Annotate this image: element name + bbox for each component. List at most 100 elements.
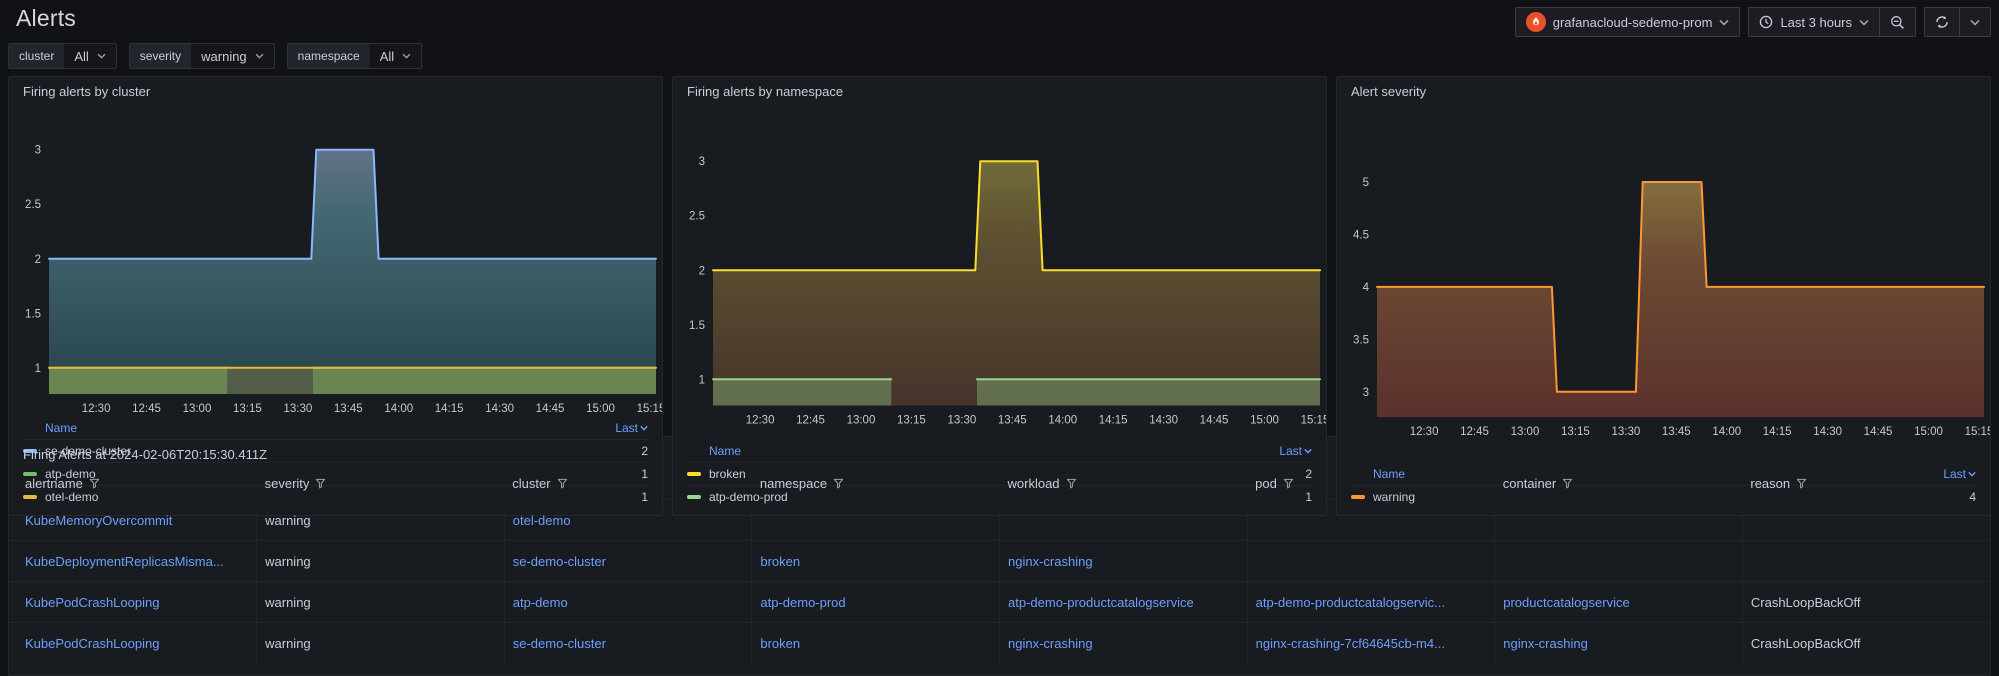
y-axis-tick-label: 3 <box>35 145 41 157</box>
x-axis-tick-label: 14:00 <box>1048 415 1077 427</box>
area-fill-se-demo-cluster <box>49 150 656 394</box>
chevron-down-icon <box>402 53 411 59</box>
x-axis-tick-label: 14:45 <box>1864 426 1893 438</box>
cell-workload[interactable]: nginx-crashing <box>1000 541 1248 582</box>
chevron-down-icon <box>1970 19 1980 26</box>
y-axis-tick-label: 2.5 <box>689 211 705 223</box>
table-row: KubeDeploymentReplicasMisma...warningse-… <box>9 541 1990 582</box>
time-range-label: Last 3 hours <box>1780 15 1852 30</box>
legend-series-name[interactable]: otel-demo <box>45 490 641 504</box>
y-axis-tick-label: 3.5 <box>1353 334 1369 346</box>
cell-alertname[interactable]: KubePodCrashLooping <box>9 582 257 623</box>
x-axis-tick-label: 12:30 <box>1410 426 1439 438</box>
panel-title: Firing alerts by namespace <box>673 77 1326 101</box>
legend-series-name[interactable]: atp-demo <box>45 467 641 481</box>
datasource-picker[interactable]: grafanacloud-sedemo-prom <box>1515 7 1741 37</box>
cell-severity: warning <box>257 541 505 582</box>
refresh-button[interactable] <box>1924 7 1959 37</box>
x-axis-tick-label: 13:45 <box>334 403 363 415</box>
x-axis-tick-label: 13:00 <box>847 415 876 427</box>
cell-namespace[interactable]: atp-demo-prod <box>752 582 1000 623</box>
cell-pod[interactable]: atp-demo-productcatalogservic... <box>1247 582 1495 623</box>
filter-funnel-icon <box>315 478 326 489</box>
cell-namespace[interactable]: broken <box>752 541 1000 582</box>
chevron-down-icon <box>97 53 106 59</box>
filter-funnel-icon <box>1796 478 1807 489</box>
area-fill-atp-demo-prod <box>713 379 891 405</box>
y-axis-tick-label: 4.5 <box>1353 229 1369 241</box>
legend-item-atp-demo[interactable]: atp-demo1 <box>23 462 648 485</box>
variable-namespace-value[interactable]: All <box>370 44 421 68</box>
x-axis-tick-label: 15:15 <box>637 403 662 415</box>
legend-last-value: 1 <box>1305 490 1312 504</box>
legend-last-header[interactable]: Last <box>1279 444 1312 458</box>
time-series-chart[interactable]: 11.522.5312:3012:4513:0013:1513:3013:451… <box>673 101 1326 443</box>
y-axis-tick-label: 3 <box>699 156 705 168</box>
cell-severity: warning <box>257 623 505 664</box>
cell-namespace[interactable]: broken <box>752 623 1000 664</box>
cell-alertname[interactable]: KubePodCrashLooping <box>9 623 257 664</box>
x-axis-tick-label: 13:15 <box>1561 426 1590 438</box>
cell-reason: CrashLoopBackOff <box>1742 582 1990 623</box>
legend-item-warning[interactable]: warning4 <box>1351 485 1976 508</box>
x-axis-tick-label: 14:30 <box>1813 426 1842 438</box>
x-axis-tick-label: 13:45 <box>1662 426 1691 438</box>
area-fill-broken <box>713 161 1320 405</box>
y-axis-tick-label: 5 <box>1363 177 1369 189</box>
x-axis-tick-label: 13:15 <box>233 403 262 415</box>
variable-cluster-value[interactable]: All <box>64 44 115 68</box>
x-axis-tick-label: 13:00 <box>183 403 212 415</box>
legend-last-value: 2 <box>1305 467 1312 481</box>
cell-cluster[interactable]: atp-demo <box>504 582 752 623</box>
grafana-logo-icon <box>1526 12 1546 32</box>
legend-item-otel-demo[interactable]: otel-demo1 <box>23 485 648 508</box>
x-axis-tick-label: 14:15 <box>435 403 464 415</box>
legend-series-name[interactable]: warning <box>1373 490 1969 504</box>
zoom-out-button[interactable] <box>1879 7 1916 37</box>
time-series-chart[interactable]: 33.544.5512:3012:4513:0013:1513:3013:451… <box>1337 101 1990 466</box>
x-axis-tick-label: 14:15 <box>1099 415 1128 427</box>
cell-container[interactable]: productcatalogservice <box>1495 582 1743 623</box>
variable-namespace-label: namespace <box>288 44 370 68</box>
cell-alertname[interactable]: KubeDeploymentReplicasMisma... <box>9 541 257 582</box>
cell-workload[interactable]: nginx-crashing <box>1000 623 1248 664</box>
time-series-chart[interactable]: 11.522.5312:3012:4513:0013:1513:3013:451… <box>9 101 662 420</box>
legend-last-value: 4 <box>1969 490 1976 504</box>
variable-severity-value[interactable]: warning <box>191 44 274 68</box>
variable-severity-label: severity <box>130 44 191 68</box>
chevron-down-icon <box>1859 19 1869 26</box>
legend-name-header[interactable]: Name <box>45 421 77 435</box>
cell-workload[interactable]: atp-demo-productcatalogservice <box>1000 582 1248 623</box>
x-axis-tick-label: 14:30 <box>485 403 514 415</box>
x-axis-tick-label: 15:15 <box>1965 426 1990 438</box>
x-axis-tick-label: 13:45 <box>998 415 1027 427</box>
cell-container <box>1495 541 1743 582</box>
legend-last-header[interactable]: Last <box>1943 467 1976 481</box>
y-axis-tick-label: 3 <box>1363 387 1369 399</box>
cell-cluster[interactable]: se-demo-cluster <box>504 541 752 582</box>
cell-cluster[interactable]: se-demo-cluster <box>504 623 752 664</box>
toolbar: grafanacloud-sedemo-prom Last 3 hours <box>1515 5 1991 37</box>
x-axis-tick-label: 13:30 <box>1611 426 1640 438</box>
time-picker-group: Last 3 hours <box>1748 7 1916 37</box>
x-axis-tick-label: 14:15 <box>1763 426 1792 438</box>
y-axis-tick-label: 4 <box>1363 282 1370 294</box>
refresh-interval-button[interactable] <box>1959 7 1991 37</box>
legend-series-name[interactable]: atp-demo-prod <box>709 490 1305 504</box>
legend-last-header[interactable]: Last <box>615 421 648 435</box>
time-range-button[interactable]: Last 3 hours <box>1748 7 1879 37</box>
refresh-icon <box>1935 15 1949 29</box>
legend-name-header[interactable]: Name <box>1373 467 1405 481</box>
sort-caret-icon <box>640 425 648 431</box>
cell-pod[interactable]: nginx-crashing-7cf64645cb-m4... <box>1247 623 1495 664</box>
variable-cluster: cluster All <box>8 43 117 69</box>
legend-name-header[interactable]: Name <box>709 444 741 458</box>
clock-icon <box>1759 15 1773 29</box>
variable-cluster-label: cluster <box>9 44 64 68</box>
variables-bar: cluster All severity warning namespace A… <box>0 38 1999 71</box>
cell-container[interactable]: nginx-crashing <box>1495 623 1743 664</box>
series-color-swatch <box>1351 495 1365 499</box>
x-axis-tick-label: 14:45 <box>1200 415 1229 427</box>
table-row: KubePodCrashLoopingwarningatp-demoatp-de… <box>9 582 1990 623</box>
chevron-down-icon <box>1719 19 1729 26</box>
